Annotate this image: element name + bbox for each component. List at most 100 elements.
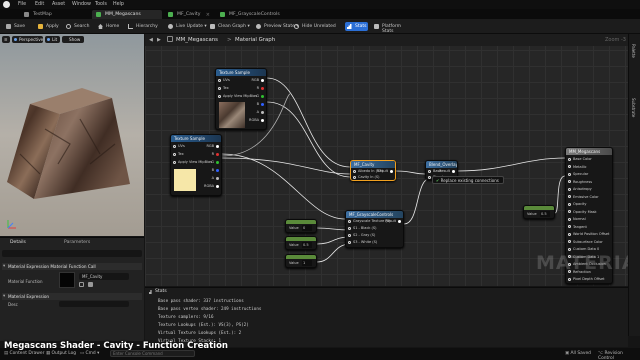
use-selected-icon[interactable] — [88, 282, 93, 287]
value-label-text: Value — [289, 261, 299, 265]
result-pin[interactable]: Opacity Mask — [568, 210, 597, 214]
search-button[interactable]: Search — [64, 22, 94, 31]
pin-out-rgba[interactable]: RGBA — [204, 184, 219, 188]
value-input[interactable]: 1 — [302, 260, 312, 266]
hierarchy-button[interactable]: Hierarchy — [126, 22, 164, 31]
result-pin[interactable]: World Position Offset — [568, 232, 609, 236]
pin-out-r[interactable]: R — [212, 152, 219, 156]
result-pin[interactable]: Roughness — [568, 180, 592, 184]
stats-line: Texture samplers: 9/16 — [158, 314, 214, 319]
node-mf-grayscalecontrols[interactable]: MF_GrayscaleControls Grayscale Texture (… — [345, 210, 404, 248]
save-button[interactable]: Save — [4, 22, 25, 31]
material-function-dropdown[interactable]: MF_Cavity — [79, 273, 129, 280]
pin-uvs[interactable]: UVs — [173, 144, 185, 148]
tab-parameters[interactable]: Parameters — [64, 240, 90, 245]
tab-substrate[interactable]: Substrate — [631, 98, 636, 117]
live-update-button[interactable]: Live Update ▾ — [166, 22, 208, 31]
menu-tools[interactable]: Tools — [95, 2, 107, 7]
value-input[interactable]: 0 — [302, 225, 312, 231]
result-pin[interactable]: Base Color — [568, 157, 592, 161]
preview-viewport[interactable]: ≡ Perspective Lit Show — [0, 34, 144, 236]
menu-asset[interactable]: Asset — [52, 2, 65, 7]
pin-out-g[interactable]: G — [211, 160, 219, 164]
output-log-button[interactable]: ▦ Output Log — [46, 351, 76, 356]
stats-label: Stats — [355, 24, 367, 29]
pin-out-result[interactable]: Result — [377, 169, 393, 173]
pin-out-g[interactable]: G — [256, 94, 264, 98]
pin-tex[interactable]: Tex — [173, 152, 184, 156]
result-pin[interactable]: Metallic — [568, 165, 587, 169]
value-input[interactable]: 0.5 — [540, 211, 550, 217]
pin-apply-view-mipbias[interactable]: Apply View MipBias — [218, 94, 257, 98]
node-constant-4[interactable]: Value 0.5 — [523, 205, 555, 219]
section-material-function-call[interactable]: Material Expression Material Function Ca… — [2, 263, 142, 270]
section-material-expression[interactable]: Material Expression — [2, 293, 142, 300]
node-constant-1[interactable]: Value 0 — [285, 219, 317, 233]
menu-file[interactable]: File — [18, 2, 26, 7]
tab-mf-cavity[interactable]: MF_Cavity × — [164, 10, 214, 19]
tab-details[interactable]: Details — [10, 240, 26, 245]
pin-out-b[interactable]: B — [212, 168, 219, 172]
pin-apply-view-mipbias[interactable]: Apply View MipBias — [173, 160, 212, 164]
details-search-input[interactable] — [2, 250, 142, 257]
result-pin[interactable]: Opacity — [568, 202, 586, 206]
result-pin[interactable]: Emissive Color — [568, 195, 599, 199]
tab-palette[interactable]: Palette — [631, 44, 636, 58]
pin-s3-white[interactable]: S3 - White (S) — [348, 240, 377, 244]
pin-out-rgb[interactable]: RGB — [206, 144, 219, 148]
all-saved-label: All Saved — [570, 351, 591, 356]
tab-testmap[interactable]: TestMap — [20, 10, 90, 19]
pin-tex[interactable]: Tex — [218, 86, 229, 90]
console-command-input[interactable] — [110, 350, 195, 357]
menu-edit[interactable]: Edit — [35, 2, 44, 7]
pin-grayscale-texture[interactable]: Grayscale Texture (S) — [348, 219, 390, 223]
browse-icon[interactable] — [79, 282, 84, 287]
pin-out-a[interactable]: A — [257, 110, 264, 114]
node-texture-sample-2[interactable]: Texture Sample UVs Tex Apply View MipBia… — [170, 134, 222, 196]
pin-uvs[interactable]: UVs — [218, 78, 230, 82]
pin-out-rgba[interactable]: RGBA — [249, 118, 264, 122]
pin-out-result[interactable]: Result — [385, 219, 401, 223]
value-input[interactable]: 0.5 — [302, 242, 312, 248]
tab-mm-megascans[interactable]: MM_Megascans — [92, 10, 162, 19]
stats-tab[interactable]: Stats — [155, 289, 167, 294]
material-graph-canvas[interactable]: ◀ ▶ MM_Megascans > Material Graph Zoom -… — [145, 34, 628, 286]
pin-s1-black[interactable]: S1 - Black (S) — [348, 226, 376, 230]
pin-label: Pixel Depth Offset — [573, 277, 605, 281]
pin-out-r[interactable]: R — [257, 86, 264, 90]
revision-control-button[interactable]: ⌥ Revision Control — [598, 351, 640, 360]
hide-unrelated-button[interactable]: Hide Unrelated — [292, 22, 340, 31]
stats-button[interactable]: Stats — [345, 22, 368, 31]
pin-out-b[interactable]: B — [257, 102, 264, 106]
result-pin[interactable]: Tangent — [568, 225, 587, 229]
result-pin[interactable]: Normal — [568, 217, 586, 221]
cmd-button[interactable]: ▭ Cmd ▾ — [80, 351, 99, 356]
menu-window[interactable]: Window — [72, 2, 91, 7]
pin-cavity-in[interactable]: Cavity In (S) — [353, 175, 380, 179]
platform-stats-button[interactable]: Platform Stats — [372, 22, 412, 34]
result-pin[interactable]: Subsurface Color — [568, 240, 603, 244]
node-constant-2[interactable]: Value 0.5 — [285, 236, 317, 250]
result-pin[interactable]: Pixel Depth Offset — [568, 277, 605, 281]
pin-s2-gray[interactable]: S2 - Gray (S) — [348, 233, 375, 237]
tab-mf-grayscalecontrols[interactable]: MF_GrayscaleControls — [216, 10, 296, 19]
result-pin[interactable]: Custom Data 0 — [568, 247, 599, 251]
pin-out-result[interactable]: Result — [439, 169, 455, 173]
close-icon[interactable]: × — [206, 12, 210, 18]
node-texture-sample-1[interactable]: Texture Sample UVs Tex Apply View MipBia… — [215, 68, 267, 130]
node-constant-3[interactable]: Value 1 — [285, 254, 317, 268]
home-button[interactable]: Home — [96, 22, 124, 31]
result-pin[interactable]: Anisotropy — [568, 187, 592, 191]
content-drawer-button[interactable]: ▤ Content Drawer — [4, 351, 44, 356]
node-mf-cavity[interactable]: MF_Cavity Albedo In (V3) Cavity In (S) R… — [350, 160, 396, 181]
menu-help[interactable]: Help — [113, 2, 124, 7]
desc-input[interactable] — [59, 301, 129, 307]
all-saved-indicator[interactable]: ▣ All Saved — [565, 351, 591, 356]
apply-button[interactable]: Apply — [36, 22, 62, 31]
pin-out-rgb[interactable]: RGB — [251, 78, 264, 82]
clean-graph-button[interactable]: Clean Graph ▾ — [208, 22, 252, 31]
value-text: 0.5 — [541, 211, 547, 216]
pin-out-a[interactable]: A — [212, 176, 219, 180]
result-pin[interactable]: Specular — [568, 172, 588, 176]
preview-cube — [7, 88, 130, 199]
